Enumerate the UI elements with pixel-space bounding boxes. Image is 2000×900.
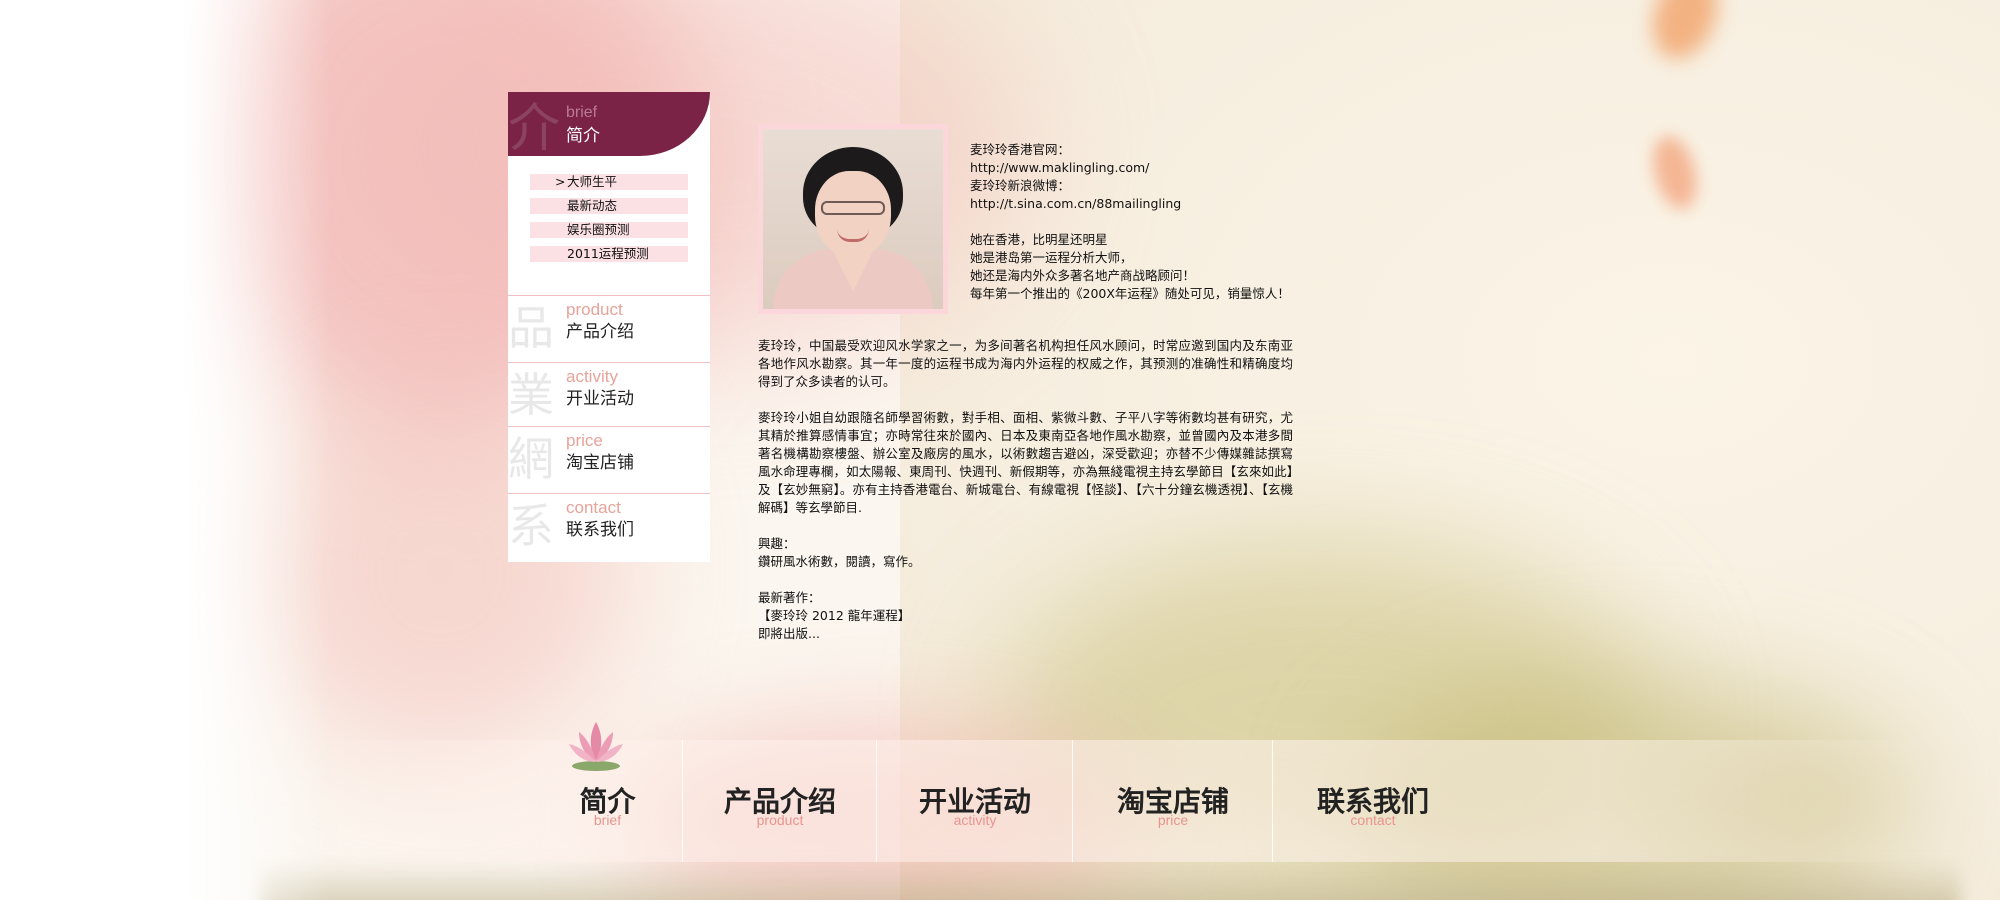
submenu-item-biography[interactable]: > 大师生平: [530, 174, 688, 190]
intro-line: 她是港岛第一运程分析大师，: [970, 250, 1133, 265]
weibo-link[interactable]: http://t.sina.com.cn/88mailingling: [970, 195, 1300, 213]
sidebar-item-product[interactable]: 品 product 产品介绍: [508, 295, 710, 362]
sidebar: 介 brief 简介 > 大师生平 最新动态 娱乐圈预测 2011运程预测 品 …: [508, 92, 710, 562]
intro-line: 她在香港，比明星还明星: [970, 232, 1108, 247]
watermark-glyph: 網: [508, 432, 554, 486]
works-title: 【麥玲玲 2012 龍年運程】: [758, 608, 911, 623]
official-site-label: 麦玲玲香港官网：: [970, 142, 1071, 157]
submenu-item-label: 娱乐圈预测: [567, 222, 630, 237]
sidebar-item-label: 联系我们: [566, 520, 634, 540]
bio-paragraph: 麥玲玲小姐自幼跟隨名師學習術數，對手相、面相、紫微斗數、子平八字等術數均甚有研究…: [758, 410, 1293, 515]
weibo-label: 麦玲玲新浪微博：: [970, 178, 1071, 193]
works-label: 最新著作：: [758, 590, 821, 605]
nav-item-en: activity: [953, 812, 997, 828]
submenu-item-entertainment-forecast[interactable]: 娱乐圈预测: [530, 222, 688, 238]
portrait-photo: [763, 129, 943, 309]
bottom-nav: 简介 brief 产品介绍 product 开业活动 activity 淘宝店铺…: [270, 740, 1930, 862]
submenu-item-news[interactable]: 最新动态: [530, 198, 688, 214]
submenu-item-label: 2011运程预测: [567, 246, 649, 261]
bio-paragraph: 麦玲玲，中国最受欢迎风水学家之一，为多间著名机构担任风水顾问，时常应邀到国内及东…: [758, 338, 1293, 389]
intro-line: 她还是海内外众多著名地产商战略顾问！: [970, 268, 1196, 283]
sidebar-item-price[interactable]: 網 price 淘宝店铺: [508, 426, 710, 493]
sidebar-header-brief[interactable]: 介 brief 简介: [508, 92, 710, 156]
biography: 麦玲玲，中国最受欢迎风水学家之一，为多间著名机构担任风水顾问，时常应邀到国内及东…: [758, 337, 1293, 643]
nav-item-en: product: [756, 812, 804, 828]
official-site-link[interactable]: http://www.maklingling.com/: [970, 159, 1300, 177]
watermark-glyph: 業: [508, 368, 554, 422]
nav-item-product[interactable]: 产品介绍 product: [683, 740, 877, 862]
lotus-icon: [569, 722, 623, 771]
sidebar-header-en: brief: [566, 104, 598, 121]
watermark-glyph: 系: [508, 499, 554, 553]
sidebar-header-title: 简介: [566, 126, 600, 146]
nav-item-en: price: [1157, 812, 1189, 828]
watermark-glyph: 品: [508, 301, 554, 355]
hobby-label: 興趣：: [758, 536, 796, 551]
portrait-frame: [758, 124, 948, 314]
nav-item-contact[interactable]: 联系我们 contact: [1273, 740, 1473, 862]
submenu-item-2011-forecast[interactable]: 2011运程预测: [530, 246, 688, 262]
watermark-glyph: 介: [508, 99, 561, 156]
sidebar-submenu: > 大师生平 最新动态 娱乐圈预测 2011运程预测: [530, 174, 688, 270]
sidebar-item-contact[interactable]: 系 contact 联系我们: [508, 493, 710, 560]
nav-item-en: brief: [593, 812, 622, 828]
intro-info: 麦玲玲香港官网： http://www.maklingling.com/ 麦玲玲…: [970, 141, 1300, 303]
sidebar-item-label: 淘宝店铺: [566, 453, 634, 473]
nav-item-en: contact: [1350, 812, 1396, 828]
sidebar-item-activity[interactable]: 業 activity 开业活动: [508, 362, 710, 429]
sidebar-item-label: 产品介绍: [566, 322, 634, 342]
hobby-text: 鑽研風水術數，閱讀，寫作。: [758, 554, 921, 569]
submenu-item-label: 最新动态: [567, 198, 618, 213]
nav-item-price[interactable]: 淘宝店铺 price: [1073, 740, 1273, 862]
sidebar-item-label: 开业活动: [566, 389, 634, 409]
nav-item-activity[interactable]: 开业活动 activity: [877, 740, 1073, 862]
submenu-item-label: 大师生平: [567, 174, 618, 189]
works-note: 即將出版...: [758, 626, 820, 641]
arrow-right-icon: >: [555, 174, 566, 189]
intro-line: 每年第一个推出的《200X年运程》随处可见，销量惊人！: [970, 286, 1290, 301]
